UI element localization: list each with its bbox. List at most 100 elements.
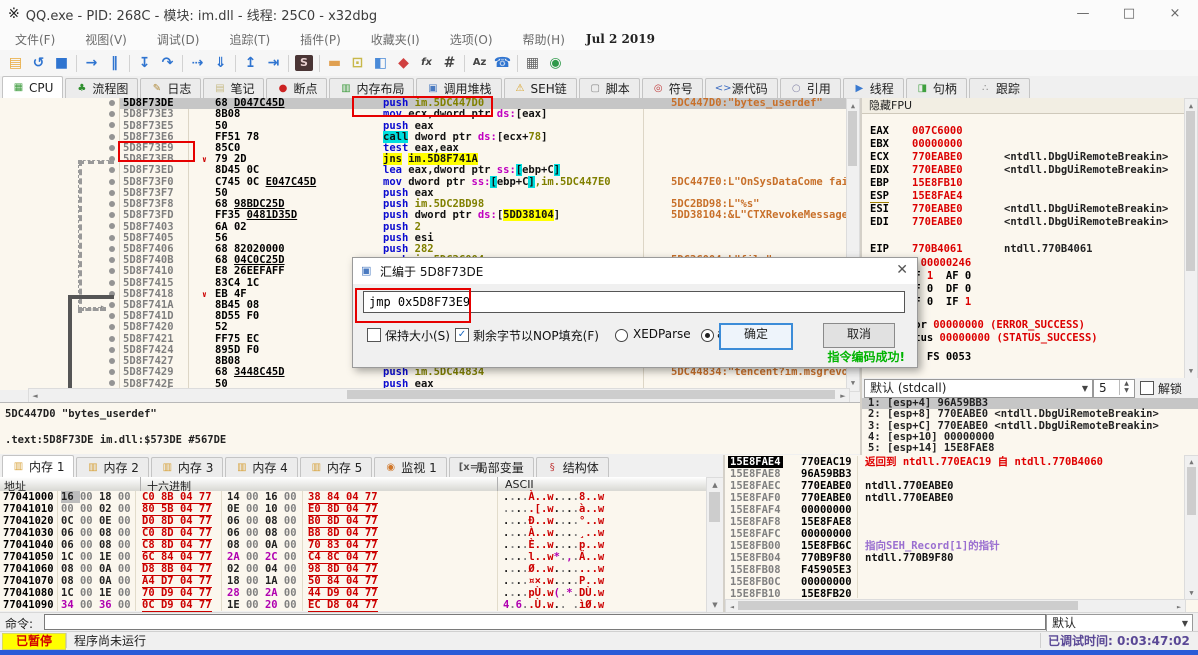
breakpoint-dot-icon[interactable] <box>109 246 115 252</box>
tab-日志[interactable]: ✎日志 <box>140 78 201 98</box>
instruction-comment[interactable]: 5DC2BD98:L"%s" <box>671 199 860 210</box>
memory-address[interactable]: 77041010 <box>3 503 54 515</box>
memory-row[interactable]: 770410801C 00 1E 0070 D9 04 7728 00 2A 0… <box>0 587 706 599</box>
dialog-close-icon[interactable]: ✕ <box>896 262 908 278</box>
restart-icon[interactable]: ↺ <box>27 53 50 73</box>
tab-结构体[interactable]: §结构体 <box>536 457 609 477</box>
menu-item[interactable]: 追踪(T) <box>214 31 285 48</box>
instruction-address[interactable]: 5D8F7420 <box>120 322 191 333</box>
tab-内存 3[interactable]: ▥内存 3 <box>151 457 223 477</box>
stack-row[interactable]: 15E8FAEC770EABE0ntdll.770EABE0 <box>725 480 1198 492</box>
breakpoint-gutter[interactable] <box>0 255 120 266</box>
breakpoint-dot-icon[interactable] <box>109 313 115 319</box>
memory-row[interactable]: 770410200C 00 0E 00D0 8D 04 7706 00 08 0… <box>0 515 706 527</box>
stack-address[interactable]: 15E8FAE8 <box>730 468 781 480</box>
stack-row[interactable]: 15E8FAF0770EABE0ntdll.770EABE0 <box>725 492 1198 504</box>
breakpoint-dot-icon[interactable] <box>109 223 115 229</box>
stack-value[interactable]: 770EAC19 <box>801 456 852 468</box>
device-icon[interactable]: ☎ <box>491 53 514 73</box>
step-into-icon[interactable]: ↧ <box>133 53 156 73</box>
memory-row[interactable]: 7704100016 00 18 00C0 8B 04 7714 00 16 0… <box>0 491 706 503</box>
disasm-row[interactable]: 5D8F73FDFF35 0481D35Dpush dword ptr ds:[… <box>0 210 860 221</box>
stack-value[interactable]: 770B9F80 <box>801 552 852 564</box>
command-input[interactable] <box>44 614 1046 630</box>
register-row[interactable]: ESP15E8FAE4 <box>862 191 1186 203</box>
argument-row[interactable]: 2: [esp+8] 770EABE0 <ntdll.DbgUiRemoteBr… <box>862 409 1198 420</box>
memory-row[interactable]: 7704104006 00 08 00C8 8D 04 7708 00 0A 0… <box>0 539 706 551</box>
tab-内存 2[interactable]: ▥内存 2 <box>76 457 148 477</box>
memory-address[interactable]: 77041020 <box>3 515 54 527</box>
breakpoint-dot-icon[interactable] <box>109 268 115 274</box>
breakpoint-dot-icon[interactable] <box>109 212 115 218</box>
tab-符号[interactable]: ◎符号 <box>642 78 703 98</box>
breakpoint-gutter[interactable] <box>0 177 120 188</box>
cancel-button[interactable]: 取消 <box>823 323 895 348</box>
menu-item[interactable]: 选项(O) <box>435 31 508 48</box>
stack-row[interactable]: 15E8FB0015E8FB6C指向SEH_Record[1]的指针 <box>725 540 1198 552</box>
instruction-text[interactable]: push dword ptr ds:[5DD38104] <box>383 210 671 221</box>
tab-断点[interactable]: ●断点 <box>266 78 327 98</box>
step-out-icon[interactable]: ↥ <box>239 53 262 73</box>
breakpoint-gutter[interactable] <box>0 311 120 322</box>
stack-address[interactable]: 15E8FAF0 <box>730 492 781 504</box>
registers-vscrollbar[interactable]: ▲ ▼ <box>1184 98 1198 378</box>
breakpoint-dot-icon[interactable] <box>109 134 115 140</box>
calculator-icon[interactable]: ▦ <box>521 53 544 73</box>
comment-icon[interactable]: ⊡ <box>346 53 369 73</box>
close-button[interactable]: × <box>1152 0 1198 28</box>
favourites-icon[interactable]: ◆ <box>392 53 415 73</box>
breakpoint-gutter[interactable] <box>0 143 120 154</box>
stack-address[interactable]: 15E8FB0C <box>730 576 781 588</box>
stepper-arrows-icon[interactable]: ▲ ▼ <box>1119 380 1133 395</box>
menu-item[interactable]: 视图(V) <box>70 31 142 48</box>
patch-icon[interactable]: ▬ <box>323 53 346 73</box>
stack-row[interactable]: 15E8FAE4770EAC19返回到 ntdll.770EAC19 自 ntd… <box>725 456 1198 468</box>
stack-row[interactable]: 15E8FB08F45905E3 <box>725 564 1198 576</box>
minimize-button[interactable]: — <box>1060 0 1106 28</box>
instruction-address[interactable]: 5D8F7403 <box>120 222 191 233</box>
stack-row[interactable]: 15E8FB04770B9F80ntdll.770B9F80 <box>725 552 1198 564</box>
strings-icon[interactable]: Az <box>468 53 491 73</box>
breakpoint-gutter[interactable] <box>0 188 120 199</box>
tab-监视 1[interactable]: ◉监视 1 <box>374 457 446 477</box>
instruction-address[interactable]: 5D8F73ED <box>120 165 191 176</box>
stack-address[interactable]: 15E8FAE4 <box>728 456 783 468</box>
breakpoint-dot-icon[interactable] <box>109 122 115 128</box>
memory-row[interactable]: 7704101000 00 02 0080 5B 04 770E 00 10 0… <box>0 503 706 515</box>
tab-CPU[interactable]: ▦CPU <box>2 76 63 98</box>
instruction-comment[interactable]: 5DC44834:"tencent?im.msgrevok <box>671 367 860 378</box>
tab-引用[interactable]: ○引用 <box>780 78 841 98</box>
attach-icon[interactable]: ⇥ <box>262 53 285 73</box>
pause-icon[interactable]: ‖ <box>103 53 126 73</box>
stack-address[interactable]: 15E8FAF4 <box>730 504 781 516</box>
hash-icon[interactable]: # <box>438 53 461 73</box>
register-row[interactable]: ESI770EABE0<ntdll.DbgUiRemoteBreakin> <box>862 204 1186 216</box>
label-icon[interactable]: ◧ <box>369 53 392 73</box>
breakpoint-gutter[interactable] <box>0 221 120 232</box>
tab-流程图[interactable]: ♣流程图 <box>65 78 138 98</box>
menu-item[interactable]: 文件(F) <box>0 31 70 48</box>
memory-address[interactable]: 77041000 <box>3 491 54 503</box>
breakpoint-dot-icon[interactable] <box>109 302 115 308</box>
stack-value[interactable]: 00000000 <box>801 576 852 588</box>
open-file-icon[interactable]: ▤ <box>4 53 27 73</box>
breakpoint-dot-icon[interactable] <box>109 235 115 241</box>
stack-vscrollbar[interactable]: ▲ ▼ <box>1184 455 1198 600</box>
register-row[interactable]: EBP15E8FB10 <box>862 178 1186 190</box>
memory-dump-panel[interactable]: 7704100016 00 18 00C0 8B 04 7714 00 16 0… <box>0 491 706 611</box>
breakpoint-gutter[interactable] <box>0 244 120 255</box>
breakpoint-gutter[interactable] <box>0 367 120 378</box>
memory-row[interactable]: 7704109034 00 36 000C D9 04 771E 00 20 0… <box>0 599 706 611</box>
breakpoint-gutter[interactable] <box>0 165 120 176</box>
breakpoint-dot-icon[interactable] <box>109 380 115 386</box>
tab-脚本[interactable]: ▢脚本 <box>579 78 640 98</box>
breakpoint-dot-icon[interactable] <box>109 145 115 151</box>
step-over-icon[interactable]: ↷ <box>156 53 179 73</box>
memory-address[interactable]: 77041070 <box>3 575 54 587</box>
instruction-address[interactable]: 5D8F73E3 <box>120 109 191 120</box>
execute-till-return-icon[interactable]: ⇓ <box>209 53 232 73</box>
stack-address[interactable]: 15E8FB08 <box>730 564 781 576</box>
tab-SEH链[interactable]: ⚠SEH链 <box>504 78 577 98</box>
register-row[interactable]: EAX007C6000 <box>862 126 1186 138</box>
fx-icon[interactable]: fx <box>415 53 438 73</box>
